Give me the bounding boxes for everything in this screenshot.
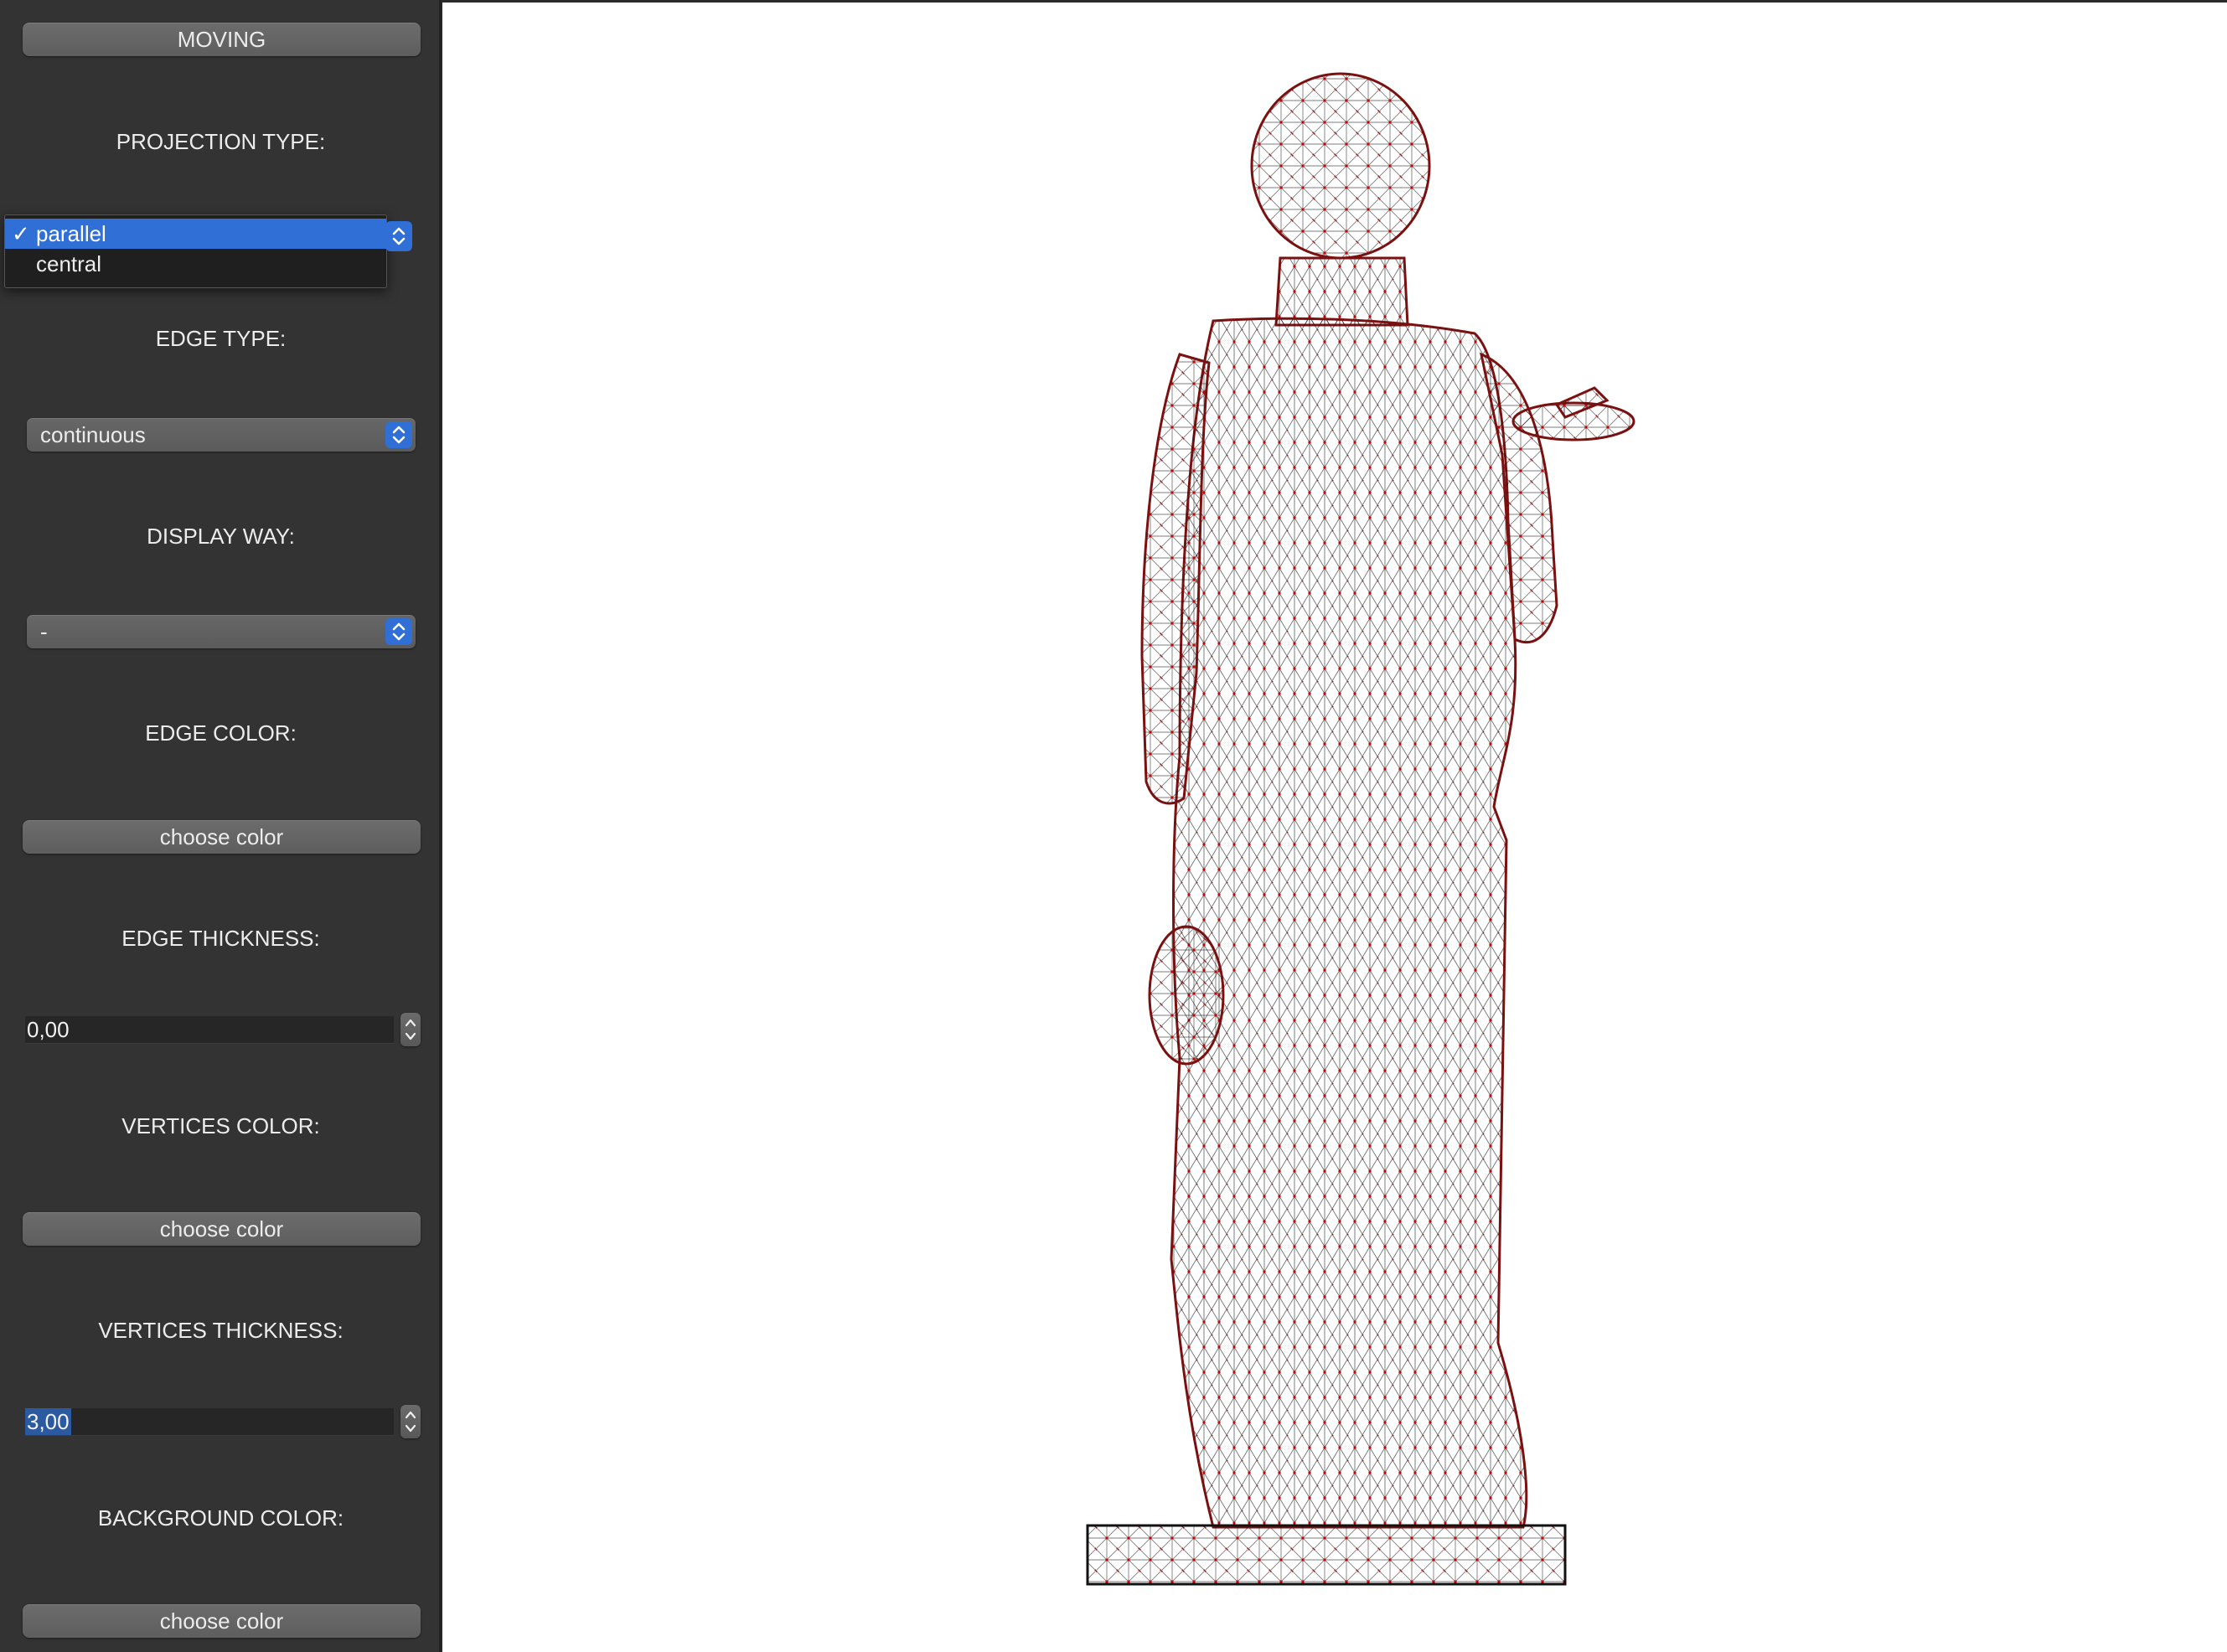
- edge-color-label: EDGE COLOR:: [145, 720, 297, 746]
- chevron-up-down-icon: [385, 421, 412, 448]
- projection-type-dropdown-menu: ✓ parallel central: [4, 214, 387, 288]
- settings-sidebar: MOVING PROJECTION TYPE: ✓ parallel centr…: [0, 0, 442, 1652]
- edge-thickness-label: EDGE THICKNESS:: [121, 926, 320, 951]
- display-way-select[interactable]: -: [27, 615, 416, 648]
- background-color-button[interactable]: choose color: [23, 1604, 421, 1638]
- vertices-thickness-value: 3,00: [25, 1408, 71, 1435]
- display-way-label: DISPLAY WAY:: [147, 524, 295, 549]
- 3d-viewport[interactable]: [442, 0, 2227, 1652]
- vertices-thickness-input[interactable]: 3,00: [25, 1408, 394, 1436]
- wireframe-statue-model: [1086, 72, 1635, 1586]
- vertices-thickness-label: VERTICES THICKNESS:: [98, 1318, 344, 1343]
- edge-thickness-input[interactable]: 0,00: [25, 1016, 394, 1044]
- edge-type-select[interactable]: continuous: [27, 418, 416, 452]
- edge-color-button[interactable]: choose color: [23, 820, 421, 854]
- projection-select-arrows-icon[interactable]: [385, 221, 412, 251]
- projection-type-label: PROJECTION TYPE:: [116, 129, 326, 154]
- vertices-color-button[interactable]: choose color: [23, 1212, 421, 1246]
- vertices-color-label: VERTICES COLOR:: [121, 1113, 320, 1138]
- background-color-label: BACKGROUND COLOR:: [97, 1505, 344, 1531]
- projection-option-parallel[interactable]: ✓ parallel: [5, 219, 386, 249]
- edge-thickness-stepper[interactable]: [400, 1013, 421, 1046]
- edge-thickness-value: 0,00: [27, 1017, 70, 1042]
- chevron-up-down-icon: [385, 618, 412, 645]
- moving-button[interactable]: MOVING: [23, 23, 421, 56]
- edge-type-value: continuous: [40, 422, 146, 447]
- edge-type-label: EDGE TYPE:: [155, 326, 287, 351]
- vertices-thickness-stepper[interactable]: [400, 1405, 421, 1438]
- checkmark-icon: ✓: [12, 221, 30, 246]
- projection-option-central[interactable]: central: [5, 249, 386, 279]
- display-way-value: -: [40, 619, 48, 644]
